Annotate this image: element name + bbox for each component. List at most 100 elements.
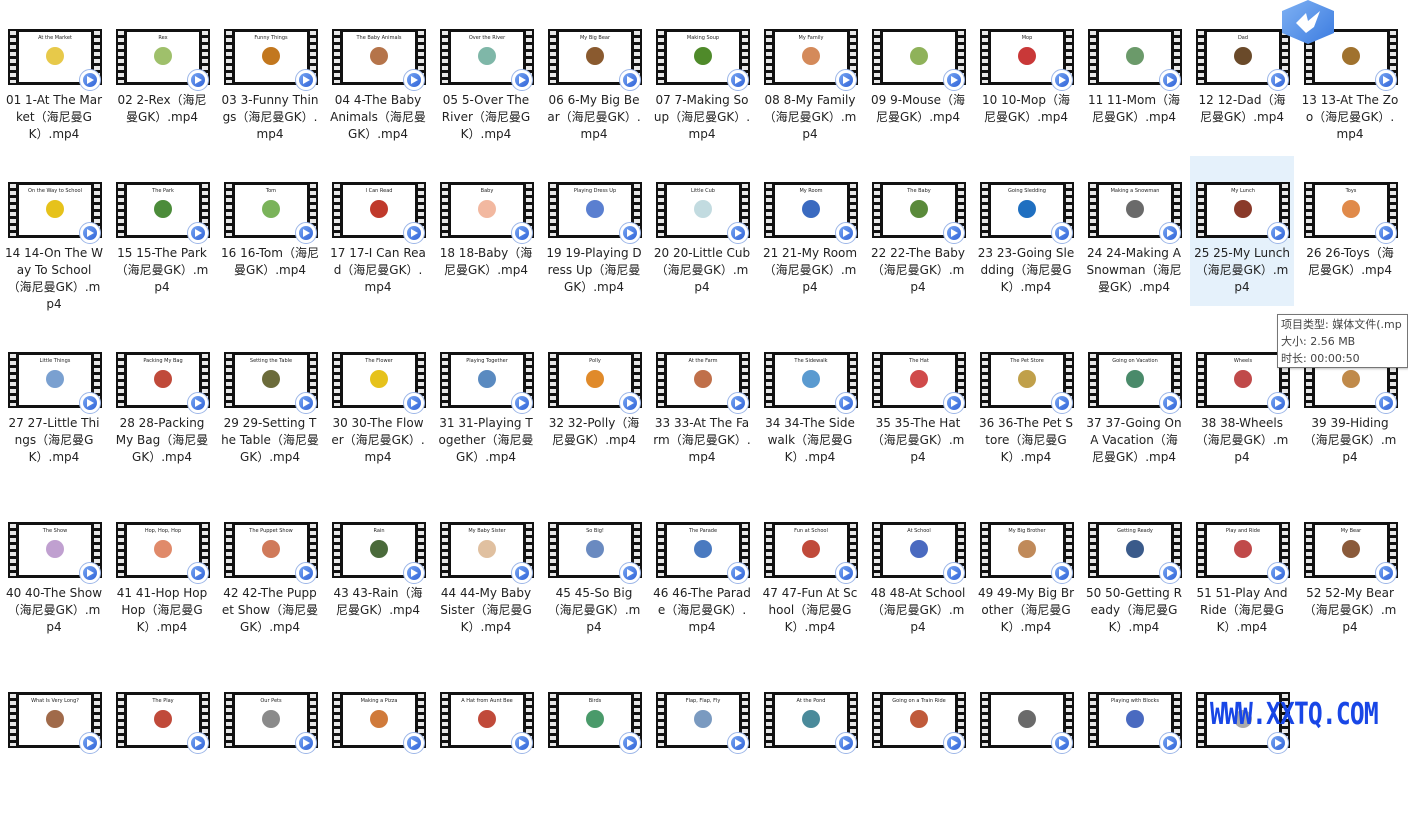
file-tile[interactable]: Playing with Blocks: [1082, 666, 1186, 816]
thumbnail-picture: [478, 47, 496, 65]
file-tile[interactable]: The Pet Store 36 36-The Pet Store（海尼曼GK）.…: [974, 326, 1078, 476]
thumbnail-title: At the Farm: [688, 358, 718, 364]
thumbnail-picture: [1342, 47, 1360, 65]
film-sprocket: [658, 184, 664, 236]
file-tile[interactable]: Birds: [542, 666, 646, 816]
file-tile[interactable]: Dad 12 12-Dad（海尼曼GK）.mp4: [1190, 3, 1294, 153]
file-tile[interactable]: At School 48 48-At School（海尼曼GK）.mp4: [866, 496, 970, 646]
file-name-label: 48 48-At School（海尼曼GK）.mp4: [870, 586, 966, 634]
file-tile[interactable]: Getting Ready 50 50-Getting Ready（海尼曼GK）.…: [1082, 496, 1186, 646]
file-tile[interactable]: Going on Vacation 37 37-Going On A Vacati…: [1082, 326, 1186, 476]
file-tile[interactable]: Playing Dress Up 19 19-Playing Dress Up（海…: [542, 156, 646, 306]
play-badge-icon: [1159, 392, 1181, 414]
file-tile[interactable]: On the Way to School 14 14-On The Way To …: [2, 156, 106, 311]
thumbnail-picture: [478, 710, 496, 728]
file-tile[interactable]: Making Soup 07 7-Making Soup（海尼曼GK）.mp4: [650, 3, 754, 153]
thumbnail-picture: [910, 200, 928, 218]
file-tile[interactable]: So Big! 45 45-So Big（海尼曼GK）.mp4: [542, 496, 646, 646]
file-tile[interactable]: The Show 40 40-The Show（海尼曼GK）.mp4: [2, 496, 106, 646]
file-tile[interactable]: My Bear 52 52-My Bear（海尼曼GK）.mp4: [1298, 496, 1402, 646]
file-tile[interactable]: Funny Things 03 3-Funny Things（海尼曼GK）.mp4: [218, 3, 322, 153]
file-tile[interactable]: The Sidewalk 34 34-The Sidewalk（海尼曼GK）.mp…: [758, 326, 862, 476]
file-name-label: 43 43-Rain（海尼曼GK）.mp4: [333, 586, 423, 617]
play-badge-icon: [511, 222, 533, 244]
thumbnail-picture: [478, 540, 496, 558]
file-tile[interactable]: Hop, Hop, Hop 41 41-Hop Hop Hop（海尼曼GK）.mp…: [110, 496, 214, 646]
file-tile[interactable]: [974, 666, 1078, 816]
play-badge-icon: [403, 222, 425, 244]
file-tile[interactable]: Play and Ride 51 51-Play And Ride（海尼曼GK）.…: [1190, 496, 1294, 646]
file-tile[interactable]: Making a Snowman 24 24-Making A Snowman（海…: [1082, 156, 1186, 306]
file-name-label: 27 27-Little Things（海尼曼GK）.mp4: [8, 416, 100, 464]
file-tile[interactable]: Making a Pizza: [326, 666, 430, 816]
file-tile[interactable]: My Big Brother 49 49-My Big Brother（海尼曼GK…: [974, 496, 1078, 646]
file-tile[interactable]: Little Things 27 27-Little Things（海尼曼GK）.…: [2, 326, 106, 476]
file-tile[interactable]: The Parade 46 46-The Parade（海尼曼GK）.mp4: [650, 496, 754, 646]
file-tile[interactable]: Setting the Table 29 29-Setting The Table…: [218, 326, 322, 476]
thumbnail-picture: [1018, 200, 1036, 218]
thumbnail-picture: [694, 200, 712, 218]
file-tile[interactable]: Toys 26 26-Toys（海尼曼GK）.mp4: [1298, 156, 1402, 306]
file-tile[interactable]: My Family 08 8-My Family（海尼曼GK）.mp4: [758, 3, 862, 153]
file-tile[interactable]: Tom 16 16-Tom（海尼曼GK）.mp4: [218, 156, 322, 306]
file-tile[interactable]: The Baby 22 22-The Baby（海尼曼GK）.mp4: [866, 156, 970, 306]
file-tile[interactable]: Playing Together 31 31-Playing Together（海…: [434, 326, 538, 476]
file-tile[interactable]: A Hat from Aunt Bee: [434, 666, 538, 816]
file-tile[interactable]: I Can Read 17 17-I Can Read（海尼曼GK）.mp4: [326, 156, 430, 306]
file-tile[interactable]: The Baby Animals 04 4-The Baby Animals（海尼…: [326, 3, 430, 153]
file-tile[interactable]: [1190, 666, 1294, 816]
file-tile[interactable]: 11 11-Mom（海尼曼GK）.mp4: [1082, 3, 1186, 153]
file-tile[interactable]: Going on a Train Ride: [866, 666, 970, 816]
thumbnail-picture: [154, 710, 172, 728]
file-tile[interactable]: The Park 15 15-The Park（海尼曼GK）.mp4: [110, 156, 214, 306]
film-sprocket: [982, 524, 988, 576]
file-tile[interactable]: Over the River 05 5-Over The River（海尼曼GK）…: [434, 3, 538, 153]
file-tile[interactable]: Rain 43 43-Rain（海尼曼GK）.mp4: [326, 496, 430, 646]
file-tile[interactable]: At the Farm 33 33-At The Farm（海尼曼GK）.mp4: [650, 326, 754, 476]
file-tile[interactable]: The Hat 35 35-The Hat（海尼曼GK）.mp4: [866, 326, 970, 476]
file-name-label: 37 37-Going On A Vacation（海尼曼GK）.mp4: [1086, 416, 1182, 464]
film-sprocket: [982, 184, 988, 236]
thumbnail-picture: [46, 540, 64, 558]
file-tile[interactable]: Packing My Bag 28 28-Packing My Bag（海尼曼GK…: [110, 326, 214, 476]
file-tile[interactable]: Going Sledding 23 23-Going Sledding（海尼曼GK…: [974, 156, 1078, 306]
file-tile[interactable]: Mop 10 10-Mop（海尼曼GK）.mp4: [974, 3, 1078, 153]
file-tile[interactable]: Flap, Flap, Fly: [650, 666, 754, 816]
thumbnail-picture: [586, 200, 604, 218]
file-tile[interactable]: What Is Very Long?: [2, 666, 106, 816]
film-sprocket: [658, 524, 664, 576]
file-tile[interactable]: My Room 21 21-My Room（海尼曼GK）.mp4: [758, 156, 862, 306]
film-sprocket: [10, 31, 16, 83]
file-tile[interactable]: Baby 18 18-Baby（海尼曼GK）.mp4: [434, 156, 538, 306]
thumbnail-picture: [262, 200, 280, 218]
film-sprocket: [118, 31, 124, 83]
thumbnail-title: Our Pets: [260, 698, 282, 704]
play-badge-icon: [403, 69, 425, 91]
thumbnail-title: Going Sledding: [1008, 188, 1046, 194]
play-badge-icon: [835, 222, 857, 244]
file-tile[interactable]: Rex 02 2-Rex（海尼曼GK）.mp4: [110, 3, 214, 153]
thumbnail-picture: [910, 710, 928, 728]
thumbnail-title: My Room: [799, 188, 823, 194]
file-tile[interactable]: Little Cub 20 20-Little Cub（海尼曼GK）.mp4: [650, 156, 754, 306]
thumbnail-picture: [1126, 200, 1144, 218]
play-badge-icon: [295, 69, 317, 91]
file-tile[interactable]: 09 9-Mouse（海尼曼GK）.mp4: [866, 3, 970, 153]
thumbnail-picture: [1342, 540, 1360, 558]
file-tile[interactable]: At the Market 01 1-At The Market（海尼曼GK）.m…: [2, 3, 106, 153]
file-tile[interactable]: The Play: [110, 666, 214, 816]
file-tile[interactable]: At the Pond: [758, 666, 862, 816]
file-tile[interactable]: My Big Bear 06 6-My Big Bear（海尼曼GK）.mp4: [542, 3, 646, 153]
file-name-label: 36 36-The Pet Store（海尼曼GK）.mp4: [978, 416, 1074, 464]
file-tile[interactable]: My Lunch 25 25-My Lunch（海尼曼GK）.mp4: [1190, 156, 1294, 306]
play-badge-icon: [619, 69, 641, 91]
file-tile[interactable]: Fun at School 47 47-Fun At School（海尼曼GK）.…: [758, 496, 862, 646]
file-tile[interactable]: My Baby Sister 44 44-My Baby Sister（海尼曼GK…: [434, 496, 538, 646]
file-tile[interactable]: Our Pets: [218, 666, 322, 816]
file-tile[interactable]: Polly 32 32-Polly（海尼曼GK）.mp4: [542, 326, 646, 476]
file-tile[interactable]: The Flower 30 30-The Flower（海尼曼GK）.mp4: [326, 326, 430, 476]
film-sprocket: [550, 694, 556, 746]
thumbnail-title: At the Market: [38, 35, 72, 41]
thumbnail-title: Fun at School: [794, 528, 828, 534]
file-tile[interactable]: The Puppet Show 42 42-The Puppet Show（海尼曼…: [218, 496, 322, 646]
